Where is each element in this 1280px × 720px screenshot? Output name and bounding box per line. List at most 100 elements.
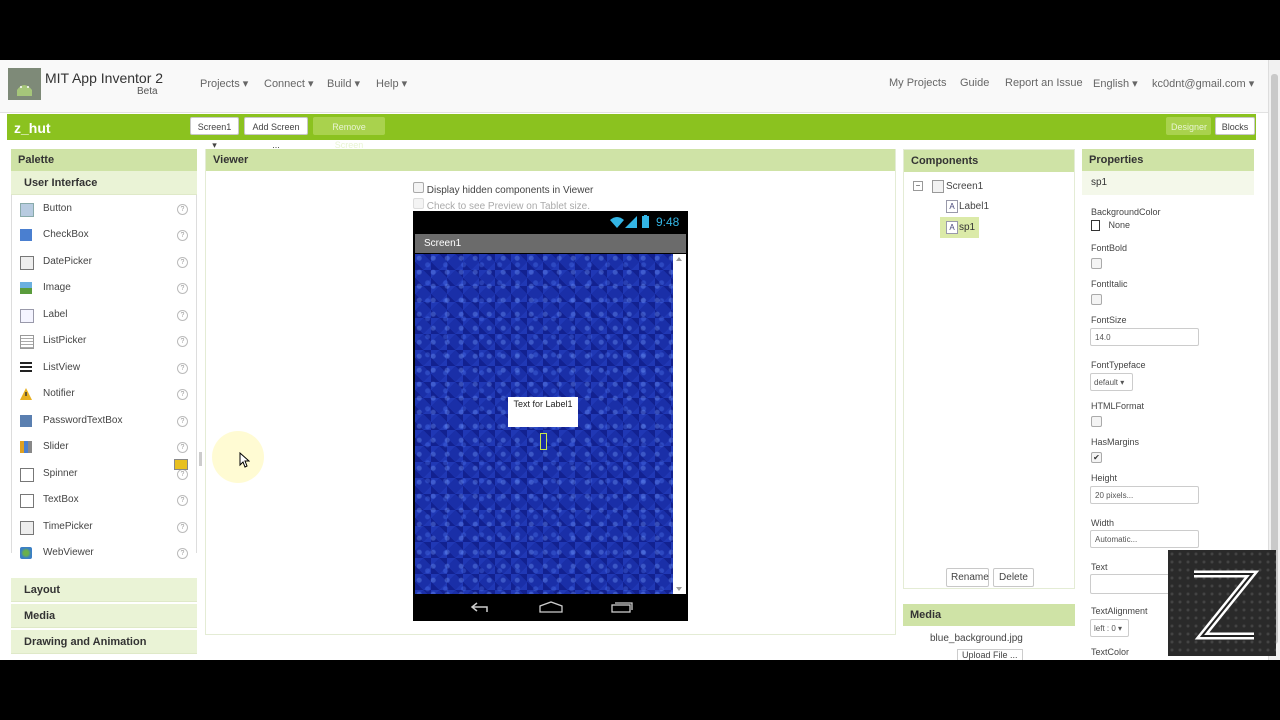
hidden-components-checkbox[interactable]: [413, 182, 424, 193]
app-inventor-logo-icon[interactable]: [8, 68, 41, 100]
link-my-projects[interactable]: My Projects: [889, 77, 946, 89]
delete-button[interactable]: Delete: [993, 568, 1034, 587]
help-icon[interactable]: ?: [177, 389, 188, 400]
palette-item-label: Spinner: [43, 468, 78, 479]
properties-component-name: sp1: [1082, 171, 1254, 195]
palette-item-spinner[interactable]: Spinner ?: [12, 461, 196, 487]
palette-category-user-interface[interactable]: User Interface: [11, 171, 197, 195]
prop-textcolor-label: TextColor: [1091, 647, 1130, 657]
tree-item-sp1[interactable]: sp1: [959, 222, 975, 233]
tree-item-screen1[interactable]: Screen1: [946, 181, 983, 192]
palette-item-label: TimePicker: [43, 521, 93, 532]
tablet-preview-checkbox[interactable]: [413, 198, 424, 209]
label-component-icon: A: [946, 221, 958, 234]
project-name: z_hut: [14, 120, 51, 136]
rename-button[interactable]: Rename: [946, 568, 989, 587]
palette-splitter[interactable]: [199, 452, 202, 466]
tree-item-label1[interactable]: Label1: [959, 201, 989, 212]
help-icon[interactable]: ?: [177, 230, 188, 241]
help-icon[interactable]: ?: [177, 469, 188, 480]
height-input[interactable]: 20 pixels...: [1090, 486, 1199, 504]
checkbox-icon: [20, 229, 32, 241]
menu-help[interactable]: Help ▾: [376, 77, 407, 90]
palette-category-drawing[interactable]: Drawing and Animation: [11, 630, 197, 654]
help-icon[interactable]: ?: [177, 257, 188, 268]
phone-status-bar: 9:48: [413, 211, 688, 233]
palette-item-button[interactable]: Button ?: [12, 196, 196, 222]
palette-item-image[interactable]: Image ?: [12, 275, 196, 301]
palette-item-slider[interactable]: Slider ?: [12, 434, 196, 460]
palette-item-webviewer[interactable]: WebViewer ?: [12, 540, 196, 566]
properties-title: Properties: [1082, 149, 1254, 171]
upload-file-button[interactable]: Upload File ...: [957, 649, 1023, 660]
app-subtitle: Beta: [137, 86, 158, 97]
palette-item-listpicker[interactable]: ListPicker ?: [12, 328, 196, 354]
width-input[interactable]: Automatic...: [1090, 530, 1199, 548]
palette-item-textbox[interactable]: TextBox ?: [12, 487, 196, 513]
htmlformat-checkbox[interactable]: [1091, 416, 1102, 427]
palette-item-notifier[interactable]: Notifier ?: [12, 381, 196, 407]
media-title: Media: [903, 604, 1075, 626]
sp1-preview-selected[interactable]: [540, 433, 547, 450]
label1-preview[interactable]: Text for Label1: [508, 397, 578, 427]
help-icon[interactable]: ?: [177, 548, 188, 559]
palette-category-media[interactable]: Media: [11, 604, 197, 628]
prop-width-label: Width: [1091, 518, 1115, 528]
help-icon[interactable]: ?: [177, 204, 188, 215]
hidden-components-label: Display hidden components in Viewer: [426, 185, 594, 196]
menu-projects[interactable]: Projects ▾: [200, 77, 248, 90]
fontbold-checkbox[interactable]: [1091, 258, 1102, 269]
palette-item-timepicker[interactable]: TimePicker ?: [12, 514, 196, 540]
help-icon[interactable]: ?: [177, 416, 188, 427]
phone-scrollbar[interactable]: [673, 254, 686, 594]
prop-height-label: Height: [1091, 473, 1118, 483]
palette-item-datepicker[interactable]: DatePicker ?: [12, 249, 196, 275]
palette-item-listview[interactable]: ListView ?: [12, 355, 196, 381]
palette-title: Palette: [11, 149, 197, 171]
help-icon[interactable]: ?: [177, 522, 188, 533]
palette-item-label: Label: [43, 309, 68, 320]
help-icon[interactable]: ?: [177, 283, 188, 294]
blocks-button[interactable]: Blocks: [1215, 117, 1255, 135]
prop-backgroundcolor-value[interactable]: None: [1091, 220, 1130, 232]
fonttypeface-dropdown[interactable]: default ▾: [1090, 373, 1133, 391]
link-report-issue[interactable]: Report an Issue: [1005, 77, 1083, 89]
menu-account[interactable]: kc0dnt@gmail.com ▾: [1152, 77, 1254, 90]
textalignment-dropdown[interactable]: left : 0 ▾: [1090, 619, 1129, 637]
fontitalic-checkbox[interactable]: [1091, 294, 1102, 305]
home-icon: [539, 601, 563, 613]
prop-fontbold-label: FontBold: [1091, 243, 1128, 253]
palette-item-label: ListView: [43, 362, 81, 373]
menu-language[interactable]: English ▾: [1093, 77, 1138, 90]
media-file-item[interactable]: blue_background.jpg: [930, 633, 1023, 644]
battery-icon: [642, 215, 649, 228]
drag-component-icon: [174, 459, 188, 470]
image-icon: [20, 282, 32, 294]
tablet-preview-checkbox-row[interactable]: Check to see Preview on Tablet size.: [413, 198, 590, 212]
help-icon[interactable]: ?: [177, 495, 188, 506]
palette-item-checkbox[interactable]: CheckBox ?: [12, 222, 196, 248]
hasmargins-checkbox-checked[interactable]: ✔: [1091, 452, 1102, 463]
menu-connect[interactable]: Connect ▾: [264, 77, 314, 90]
status-time: 9:48: [656, 215, 680, 229]
link-guide[interactable]: Guide: [960, 77, 989, 89]
designer-button[interactable]: Designer: [1166, 117, 1211, 135]
remove-screen-button[interactable]: Remove Screen: [313, 117, 385, 150]
help-icon[interactable]: ?: [177, 336, 188, 347]
help-icon[interactable]: ?: [177, 442, 188, 453]
help-icon[interactable]: ?: [177, 310, 188, 321]
collapse-tree-icon[interactable]: −: [913, 181, 923, 191]
help-icon[interactable]: ?: [177, 363, 188, 374]
palette-item-passwordtextbox[interactable]: PasswordTextBox ?: [12, 408, 196, 434]
listview-icon: [20, 362, 32, 374]
add-screen-button[interactable]: Add Screen ...: [244, 117, 308, 150]
menu-build[interactable]: Build ▾: [327, 77, 360, 90]
hidden-components-checkbox-row[interactable]: Display hidden components in Viewer: [413, 182, 593, 196]
wifi-icon: [610, 217, 624, 228]
fontsize-input[interactable]: 14.0: [1090, 328, 1199, 346]
recent-apps-icon: [611, 602, 633, 613]
palette-item-label[interactable]: Label ?: [12, 302, 196, 328]
screen-select-dropdown[interactable]: Screen1 ▾: [190, 117, 239, 150]
prop-text-label: Text: [1091, 562, 1108, 572]
palette-category-layout[interactable]: Layout: [11, 578, 197, 602]
